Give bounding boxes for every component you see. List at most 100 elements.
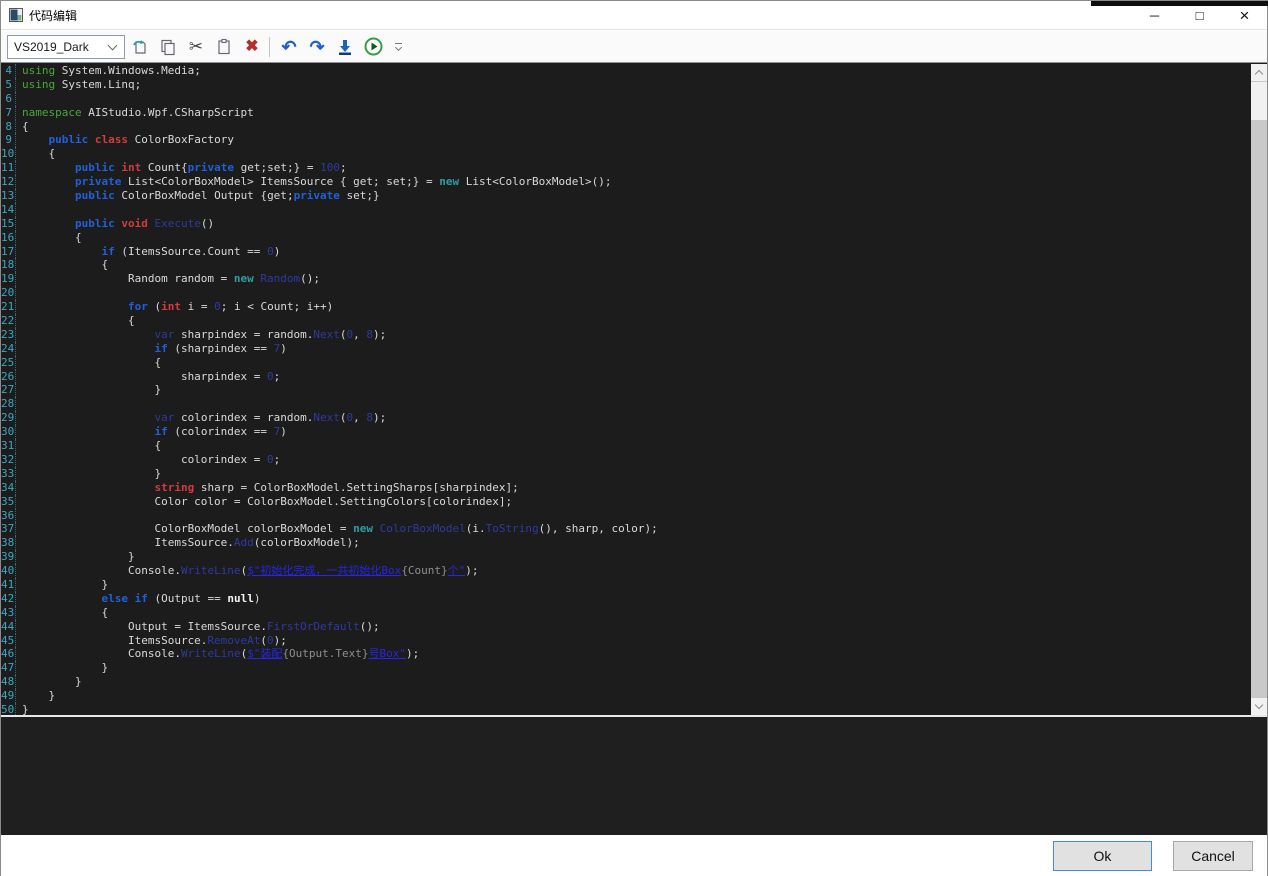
code-line[interactable]: 41 }: [1, 578, 1251, 592]
code-text: {: [16, 120, 29, 134]
code-text: {: [16, 147, 55, 161]
scrollbar-thumb[interactable]: [1251, 82, 1267, 120]
code-editor: 4using System.Windows.Media;5using Syste…: [1, 62, 1267, 715]
code-line[interactable]: 18 {: [1, 258, 1251, 272]
code-line[interactable]: 40 Console.WriteLine($"初始化完成，一共初始化Box{Co…: [1, 564, 1251, 578]
code-text: ColorBoxModel colorBoxModel = new ColorB…: [16, 522, 658, 536]
code-line[interactable]: 12 private List<ColorBoxModel> ItemsSour…: [1, 175, 1251, 189]
code-line[interactable]: 34 string sharp = ColorBoxModel.SettingS…: [1, 481, 1251, 495]
line-number: 39: [1, 550, 16, 564]
chevron-down-icon: [1255, 701, 1263, 709]
code-text: }: [16, 675, 82, 689]
code-text: Console.WriteLine($"初始化完成，一共初始化Box{Count…: [16, 564, 479, 578]
cut-button[interactable]: ✂: [183, 34, 209, 60]
code-text: public int Count{private get;set;} = 100…: [16, 161, 347, 175]
theme-select[interactable]: VS2019_Dark: [7, 35, 125, 59]
scroll-up-button[interactable]: [1251, 64, 1267, 81]
line-number: 36: [1, 509, 16, 523]
code-line[interactable]: 24 if (sharpindex == 7): [1, 342, 1251, 356]
code-line[interactable]: 8{: [1, 120, 1251, 134]
code-text: else if (Output == null): [16, 592, 260, 606]
code-line[interactable]: 32 colorindex = 0;: [1, 453, 1251, 467]
code-line[interactable]: 35 Color color = ColorBoxModel.SettingCo…: [1, 495, 1251, 509]
line-number: 33: [1, 467, 16, 481]
code-line[interactable]: 17 if (ItemsSource.Count == 0): [1, 245, 1251, 259]
code-line[interactable]: 4using System.Windows.Media;: [1, 64, 1251, 78]
code-line[interactable]: 13 public ColorBoxModel Output {get;priv…: [1, 189, 1251, 203]
code-line[interactable]: 30 if (colorindex == 7): [1, 425, 1251, 439]
copy-button[interactable]: [155, 34, 181, 60]
code-line[interactable]: 36: [1, 509, 1251, 523]
code-text: var sharpindex = random.Next(0, 8);: [16, 328, 386, 342]
code-line[interactable]: 23 var sharpindex = random.Next(0, 8);: [1, 328, 1251, 342]
code-line[interactable]: 49 }: [1, 689, 1251, 703]
code-line[interactable]: 19 Random random = new Random();: [1, 272, 1251, 286]
paste-button[interactable]: [211, 34, 237, 60]
delete-button[interactable]: ✖: [239, 34, 265, 60]
code-text: [16, 92, 22, 106]
code-line[interactable]: 28: [1, 397, 1251, 411]
code-line[interactable]: 46 Console.WriteLine($"装配{Output.Text}号B…: [1, 647, 1251, 661]
scroll-down-button[interactable]: [1251, 698, 1267, 715]
cancel-button[interactable]: Cancel: [1173, 841, 1253, 871]
code-line[interactable]: 6: [1, 92, 1251, 106]
code-line[interactable]: 45 ItemsSource.RemoveAt(0);: [1, 634, 1251, 648]
line-number: 19: [1, 272, 16, 286]
code-line[interactable]: 44 Output = ItemsSource.FirstOrDefault()…: [1, 620, 1251, 634]
code-text: Console.WriteLine($"装配{Output.Text}号Box"…: [16, 647, 419, 661]
overflow-chevron-icon: [394, 44, 401, 51]
code-text: }: [16, 689, 55, 703]
code-line[interactable]: 9 public class ColorBoxFactory: [1, 133, 1251, 147]
code-text: colorindex = 0;: [16, 453, 280, 467]
ok-button[interactable]: Ok: [1053, 841, 1152, 871]
chevron-up-icon: [1255, 70, 1263, 78]
code-line[interactable]: 22 {: [1, 314, 1251, 328]
code-line[interactable]: 47 }: [1, 661, 1251, 675]
code-text: if (colorindex == 7): [16, 425, 287, 439]
code-line[interactable]: 38 ItemsSource.Add(colorBoxModel);: [1, 536, 1251, 550]
code-line[interactable]: 25 {: [1, 356, 1251, 370]
code-area[interactable]: 4using System.Windows.Media;5using Syste…: [1, 64, 1251, 715]
line-number: 20: [1, 286, 16, 300]
code-line[interactable]: 39 }: [1, 550, 1251, 564]
line-number: 41: [1, 578, 16, 592]
window-icon: [9, 8, 23, 22]
maximize-button[interactable]: □: [1177, 1, 1222, 30]
code-line[interactable]: 21 for (int i = 0; i < Count; i++): [1, 300, 1251, 314]
code-line[interactable]: 15 public void Execute(): [1, 217, 1251, 231]
code-line[interactable]: 11 public int Count{private get;set;} = …: [1, 161, 1251, 175]
code-line[interactable]: 33 }: [1, 467, 1251, 481]
save-button[interactable]: [332, 34, 358, 60]
code-line[interactable]: 43 {: [1, 606, 1251, 620]
code-text: using System.Windows.Media;: [16, 64, 201, 78]
code-text: {: [16, 439, 161, 453]
run-button[interactable]: [360, 34, 386, 60]
toolbar-overflow-button[interactable]: [392, 43, 404, 50]
close-button[interactable]: ×: [1222, 1, 1267, 30]
code-line[interactable]: 50}: [1, 703, 1251, 715]
code-line[interactable]: 10 {: [1, 147, 1251, 161]
code-text: }: [16, 578, 108, 592]
code-line[interactable]: 20: [1, 286, 1251, 300]
theme-select-value: VS2019_Dark: [8, 40, 109, 54]
code-line[interactable]: 48 }: [1, 675, 1251, 689]
code-line[interactable]: 31 {: [1, 439, 1251, 453]
code-line[interactable]: 42 else if (Output == null): [1, 592, 1251, 606]
line-number: 31: [1, 439, 16, 453]
reset-button[interactable]: [127, 34, 153, 60]
code-line[interactable]: 16 {: [1, 231, 1251, 245]
code-line[interactable]: 29 var colorindex = random.Next(0, 8);: [1, 411, 1251, 425]
code-text: [16, 286, 22, 300]
delete-icon: ✖: [245, 39, 258, 55]
code-line[interactable]: 14: [1, 203, 1251, 217]
code-line[interactable]: 26 sharpindex = 0;: [1, 370, 1251, 384]
undo-button[interactable]: ↶: [276, 34, 302, 60]
code-line[interactable]: 5using System.Linq;: [1, 78, 1251, 92]
code-line[interactable]: 27 }: [1, 383, 1251, 397]
code-line[interactable]: 7namespace AIStudio.Wpf.CSharpScript: [1, 106, 1251, 120]
line-number: 25: [1, 356, 16, 370]
redo-button[interactable]: ↷: [304, 34, 330, 60]
line-number: 6: [1, 92, 16, 106]
minimize-button[interactable]: ─: [1132, 1, 1177, 30]
code-line[interactable]: 37 ColorBoxModel colorBoxModel = new Col…: [1, 522, 1251, 536]
